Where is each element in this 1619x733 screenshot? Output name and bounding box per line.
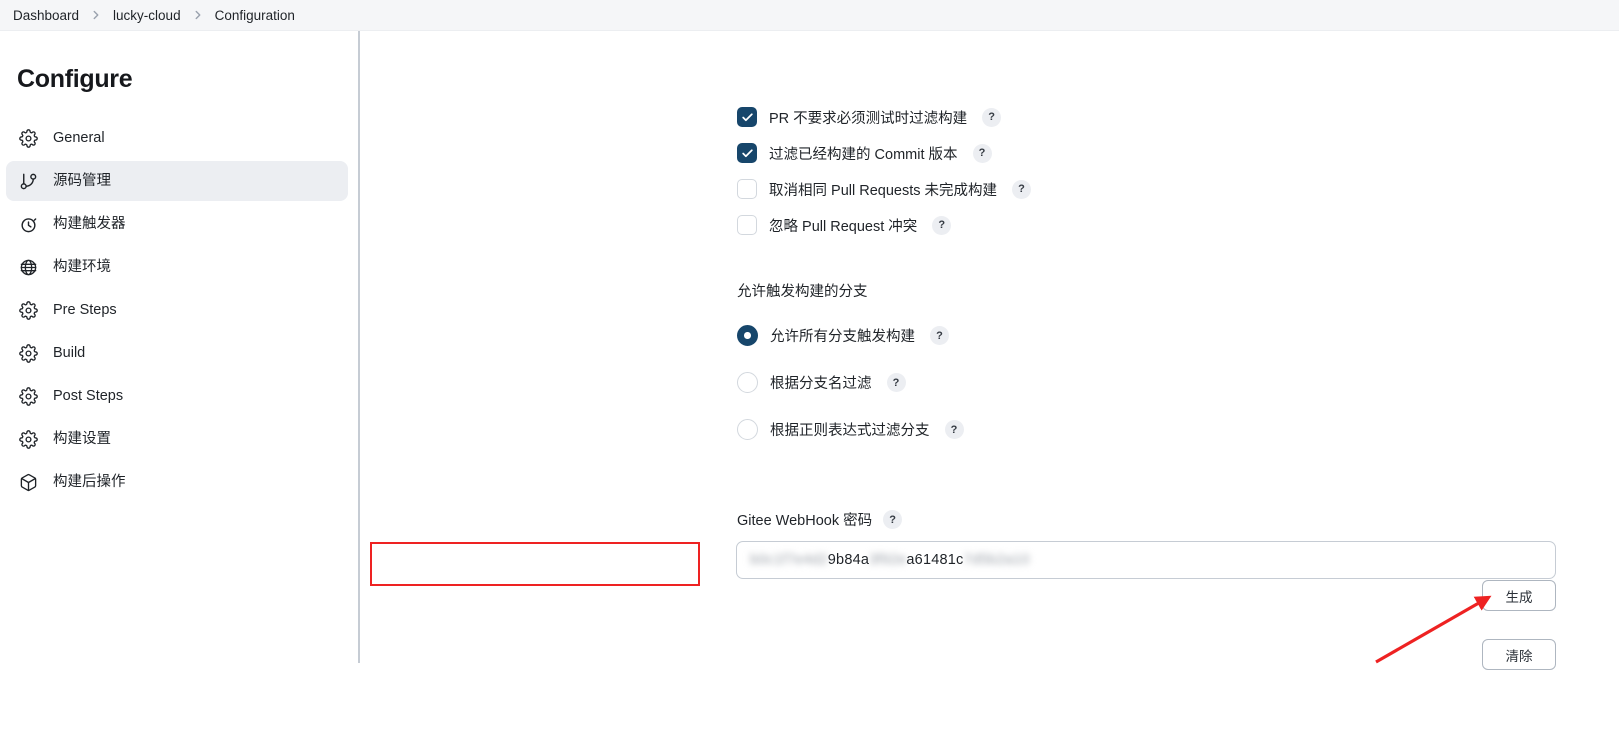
checkbox-label: 取消相同 Pull Requests 未完成构建 [769,182,998,199]
help-icon[interactable]: ? [883,510,903,529]
sidebar-item-label: 构建设置 [53,430,111,447]
timer-icon [18,214,39,235]
webhook-value-masked-2: 3f92e [869,552,907,568]
sidebar-item-post-build-actions[interactable]: 构建后操作 [6,462,348,502]
page-title: Configure [17,65,133,93]
help-icon[interactable]: ? [1012,179,1032,199]
checkbox-ignore-pr-conflict[interactable] [737,215,757,235]
checkbox-row-ignore-pr-conflict: 忽略 Pull Request 冲突 ? [358,207,1619,243]
radio-row-branch-name-filter: 根据分支名过滤 ? [358,359,1619,406]
webhook-label-row: Gitee WebHook 密码 ? [358,509,1619,530]
sidebar-item-build[interactable]: Build [6,333,348,373]
radio-regex-filter[interactable] [737,419,758,440]
sidebar-item-label: 构建触发器 [53,215,126,232]
sidebar-item-label: 构建后操作 [53,473,126,490]
help-icon[interactable]: ? [972,143,992,163]
webhook-value-visible-1: 9b84a [827,552,870,568]
chevron-right-icon-2 [190,8,206,22]
sidebar-item-label: Build [53,344,86,361]
breadcrumb-item-project[interactable]: lucky-cloud [104,0,190,31]
sidebar-item-label: General [53,129,105,146]
sidebar: Configure General 源码管理 构建触发器 构建环境 Pre St… [0,31,360,733]
gear-icon [18,300,39,321]
page-body: Configure General 源码管理 构建触发器 构建环境 Pre St… [0,31,1619,733]
checkbox-filter-built-commit[interactable] [737,143,757,163]
breadcrumb-item-configuration[interactable]: Configuration [206,0,304,31]
checkbox-label: PR 不要求必须测试时过滤构建 [769,110,968,127]
sidebar-item-pre-steps[interactable]: Pre Steps [6,290,348,330]
checkbox-row-filter-built-commit: 过滤已经构建的 Commit 版本 ? [358,135,1619,171]
chevron-right-icon [88,8,104,22]
package-icon [18,472,39,493]
sidebar-item-build-triggers[interactable]: 构建触发器 [6,204,348,244]
radio-group: 允许所有分支触发构建 ? 根据分支名过滤 ? 根据正则表达式过滤分支 ? [358,312,1619,453]
clear-button[interactable]: 清除 [1482,639,1556,670]
sidebar-item-post-steps[interactable]: Post Steps [6,376,348,416]
gear-icon [18,128,39,149]
breadcrumb: Dashboard lucky-cloud Configuration [0,0,1619,31]
checkbox-cancel-pr-builds[interactable] [737,179,757,199]
sidebar-item-build-settings[interactable]: 构建设置 [6,419,348,459]
webhook-value-masked-3: 7d5b2a10 [963,552,1030,568]
sidebar-item-label: 构建环境 [53,258,111,275]
help-icon[interactable]: ? [944,420,964,439]
sidebar-item-source-management[interactable]: 源码管理 [6,161,348,201]
gear-icon [18,429,39,450]
webhook-value-visible-2: a61481c [906,552,964,568]
sidebar-item-label: Post Steps [53,387,124,404]
checkbox-group: PR 不要求必须测试时过滤构建 ? 过滤已经构建的 Commit 版本 ? 取消… [358,31,1619,243]
radio-row-regex-filter: 根据正则表达式过滤分支 ? [358,406,1619,453]
generate-button[interactable]: 生成 [1482,580,1556,611]
radio-label: 根据正则表达式过滤分支 [770,423,930,439]
webhook-value-masked-1: b0c1f7e4d2 [750,552,828,568]
radio-label: 根据分支名过滤 [770,376,872,392]
sidebar-item-label: Pre Steps [53,301,117,318]
help-icon[interactable]: ? [932,215,952,235]
help-icon[interactable]: ? [886,373,906,392]
sidebar-item-build-environment[interactable]: 构建环境 [6,247,348,287]
help-icon[interactable]: ? [930,326,949,345]
radio-all-branches[interactable] [737,325,758,346]
webhook-password-input[interactable]: b0c1f7e4d2 9b84a 3f92e a61481c 7d5b2a10 [736,541,1556,579]
gear-icon [18,343,39,364]
radio-row-all-branches: 允许所有分支触发构建 ? [358,312,1619,359]
checkbox-row-pr-filter: PR 不要求必须测试时过滤构建 ? [358,99,1619,135]
checkbox-label: 忽略 Pull Request 冲突 [769,218,918,235]
sidebar-item-general[interactable]: General [6,118,348,158]
webhook-field-label: Gitee WebHook 密码 [737,513,873,529]
main-content: PR 不要求必须测试时过滤构建 ? 过滤已经构建的 Commit 版本 ? 取消… [358,31,1619,733]
checkbox-label: 过滤已经构建的 Commit 版本 [769,146,958,163]
globe-icon [18,257,39,278]
help-icon[interactable]: ? [982,107,1002,127]
checkbox-row-cancel-pr-builds: 取消相同 Pull Requests 未完成构建 ? [358,171,1619,207]
git-branch-icon [18,171,39,192]
radio-branch-name-filter[interactable] [737,372,758,393]
sidebar-item-label: 源码管理 [53,172,111,189]
radio-group-heading: 允许触发构建的分支 [737,284,868,300]
breadcrumb-item-dashboard[interactable]: Dashboard [4,0,88,31]
radio-label: 允许所有分支触发构建 [770,329,915,345]
webhook-input-wrap: b0c1f7e4d2 9b84a 3f92e a61481c 7d5b2a10 [358,541,1619,579]
webhook-field-block: Gitee WebHook 密码 ? b0c1f7e4d2 9b84a 3f92e a… [358,509,1619,579]
checkbox-pr-filter[interactable] [737,107,757,127]
sidebar-nav: General 源码管理 构建触发器 构建环境 Pre Steps Build … [0,118,358,502]
gear-icon [18,386,39,407]
